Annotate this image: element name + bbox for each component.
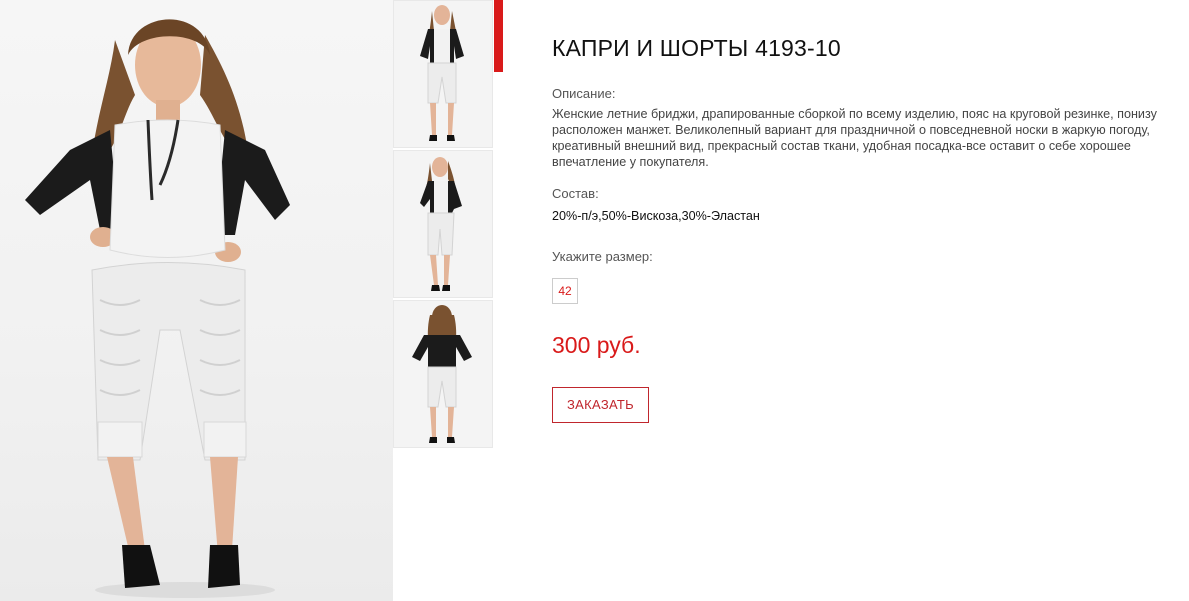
main-product-photo — [0, 0, 393, 601]
size-options: 42 — [552, 264, 1182, 304]
composition-text: 20%-п/э,50%-Вискоза,30%-Эластан — [552, 209, 760, 223]
thumbnail-back[interactable] — [393, 300, 493, 448]
product-title: КАПРИ И ШОРТЫ 4193-10 — [552, 35, 841, 61]
size-option-42[interactable]: 42 — [552, 278, 578, 304]
size-label: Укажите размер: — [552, 249, 653, 264]
thumbnail-side[interactable] — [393, 150, 493, 298]
product-price: 300 руб. — [552, 332, 641, 358]
model-photo-illustration — [25, 19, 290, 598]
order-button[interactable]: ЗАКАЗАТЬ — [552, 387, 649, 423]
product-info: КАПРИ И ШОРТЫ 4193-10 Описание: Женские … — [552, 0, 1182, 423]
thumbnail-front-image — [420, 5, 464, 141]
composition-label: Состав: — [552, 186, 599, 201]
description-label: Описание: — [552, 86, 616, 101]
thumbnail-side-image — [420, 157, 462, 291]
thumbnail-front[interactable] — [393, 0, 493, 148]
active-thumbnail-indicator — [494, 0, 503, 72]
description-text: Женские летние бриджи, драпированные сбо… — [552, 107, 1157, 169]
thumbnail-strip — [393, 0, 494, 450]
thumbnail-back-image — [412, 305, 472, 443]
